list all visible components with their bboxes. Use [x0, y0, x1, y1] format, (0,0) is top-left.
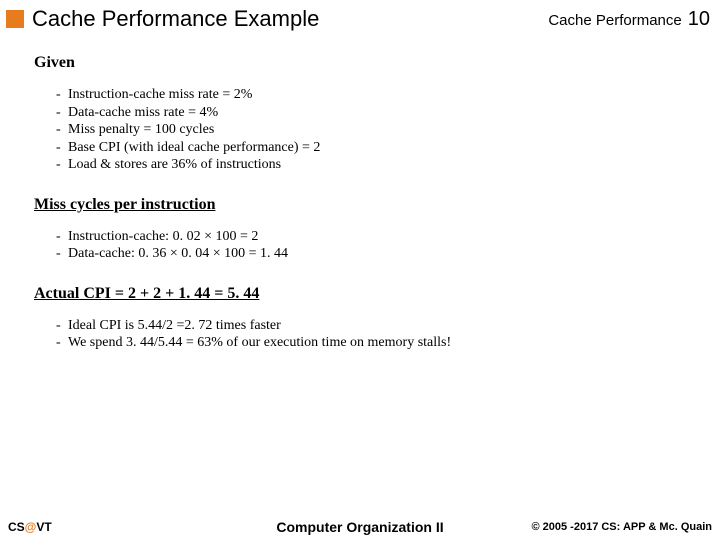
footer-cs: CS: [8, 520, 25, 534]
list-item: Instruction-cache miss rate = 2%: [56, 86, 690, 104]
list-item: Data-cache: 0. 36 × 0. 04 × 100 = 1. 44: [56, 245, 690, 263]
list-item: Instruction-cache: 0. 02 × 100 = 2: [56, 228, 690, 246]
slide-content: Given Instruction-cache miss rate = 2% D…: [0, 36, 720, 352]
miss-list: Instruction-cache: 0. 02 × 100 = 2 Data-…: [34, 228, 690, 263]
header-topic: Cache Performance: [548, 12, 681, 29]
miss-heading: Miss cycles per instruction: [34, 196, 690, 214]
list-item: Data-cache miss rate = 4%: [56, 104, 690, 122]
list-item: Miss penalty = 100 cycles: [56, 121, 690, 139]
list-item: We spend 3. 44/5.44 = 63% of our executi…: [56, 334, 690, 352]
given-list: Instruction-cache miss rate = 2% Data-ca…: [34, 86, 690, 174]
footer-right: © 2005 -2017 CS: APP & Mc. Quain: [531, 521, 712, 533]
header-right: Cache Performance 10: [548, 8, 710, 31]
slide-header: Cache Performance Example Cache Performa…: [0, 0, 720, 36]
page-number: 10: [688, 8, 710, 31]
slide-footer: CS@VT Computer Organization II © 2005 -2…: [0, 520, 720, 534]
slide-title: Cache Performance Example: [32, 6, 548, 32]
footer-vt: VT: [36, 520, 51, 534]
actual-list: Ideal CPI is 5.44/2 =2. 72 times faster …: [34, 317, 690, 352]
footer-left: CS@VT: [8, 520, 52, 534]
accent-square-icon: [6, 10, 24, 28]
actual-heading: Actual CPI = 2 + 2 + 1. 44 = 5. 44: [34, 285, 690, 303]
list-item: Base CPI (with ideal cache performance) …: [56, 139, 690, 157]
list-item: Load & stores are 36% of instructions: [56, 156, 690, 174]
footer-at: @: [25, 520, 37, 534]
given-heading: Given: [34, 54, 690, 72]
list-item: Ideal CPI is 5.44/2 =2. 72 times faster: [56, 317, 690, 335]
